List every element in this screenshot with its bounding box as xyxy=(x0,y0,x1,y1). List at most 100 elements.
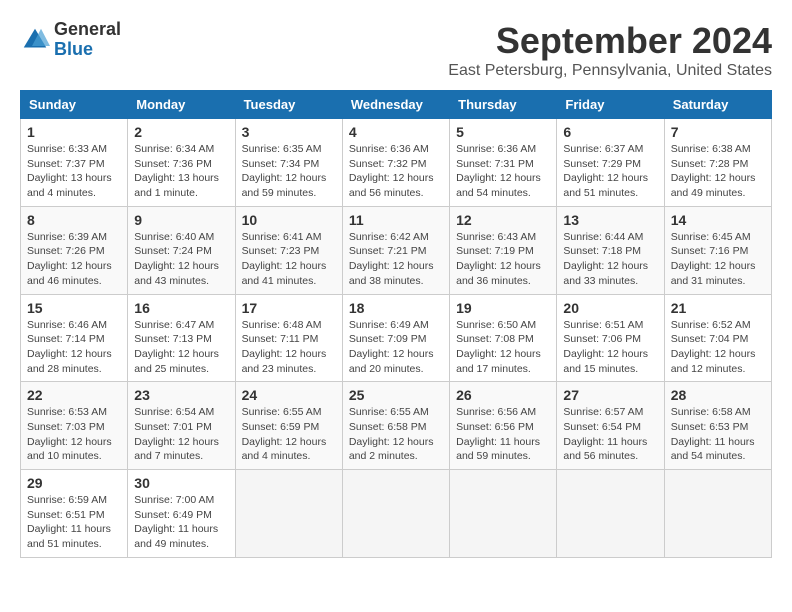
day-info: Sunrise: 6:43 AMSunset: 7:19 PMDaylight:… xyxy=(456,230,550,289)
day-info: Sunrise: 6:33 AMSunset: 7:37 PMDaylight:… xyxy=(27,142,121,201)
main-title: September 2024 xyxy=(448,20,772,62)
day-cell: 18 Sunrise: 6:49 AMSunset: 7:09 PMDayligh… xyxy=(342,294,449,382)
day-number: 17 xyxy=(242,300,336,316)
day-cell: 16 Sunrise: 6:47 AMSunset: 7:13 PMDayligh… xyxy=(128,294,235,382)
day-cell: 24 Sunrise: 6:55 AMSunset: 6:59 PMDayligh… xyxy=(235,382,342,470)
logo-text-blue: Blue xyxy=(54,40,121,60)
day-number: 6 xyxy=(563,124,657,140)
day-info: Sunrise: 7:00 AMSunset: 6:49 PMDaylight:… xyxy=(134,493,228,552)
day-info: Sunrise: 6:42 AMSunset: 7:21 PMDaylight:… xyxy=(349,230,443,289)
day-info: Sunrise: 6:40 AMSunset: 7:24 PMDaylight:… xyxy=(134,230,228,289)
day-cell: 30Sunrise: 7:00 AMSunset: 6:49 PMDayligh… xyxy=(128,470,235,558)
day-cell: 3Sunrise: 6:35 AMSunset: 7:34 PMDaylight… xyxy=(235,119,342,207)
day-cell xyxy=(664,470,771,558)
week-row-5: 29Sunrise: 6:59 AMSunset: 6:51 PMDayligh… xyxy=(21,470,772,558)
day-cell: 12 Sunrise: 6:43 AMSunset: 7:19 PMDayligh… xyxy=(450,206,557,294)
day-cell: 27 Sunrise: 6:57 AMSunset: 6:54 PMDayligh… xyxy=(557,382,664,470)
day-info: Sunrise: 6:38 AMSunset: 7:28 PMDaylight:… xyxy=(671,142,765,201)
day-cell: 8Sunrise: 6:39 AMSunset: 7:26 PMDaylight… xyxy=(21,206,128,294)
day-info: Sunrise: 6:53 AMSunset: 7:03 PMDaylight:… xyxy=(27,405,121,464)
day-cell xyxy=(235,470,342,558)
col-header-saturday: Saturday xyxy=(664,91,771,119)
day-cell: 7 Sunrise: 6:38 AMSunset: 7:28 PMDaylight… xyxy=(664,119,771,207)
day-info: Sunrise: 6:34 AMSunset: 7:36 PMDaylight:… xyxy=(134,142,228,201)
day-number: 7 xyxy=(671,124,765,140)
day-number: 15 xyxy=(27,300,121,316)
day-cell: 23 Sunrise: 6:54 AMSunset: 7:01 PMDayligh… xyxy=(128,382,235,470)
day-info: Sunrise: 6:39 AMSunset: 7:26 PMDaylight:… xyxy=(27,230,121,289)
day-info: Sunrise: 6:44 AMSunset: 7:18 PMDaylight:… xyxy=(563,230,657,289)
day-number: 20 xyxy=(563,300,657,316)
day-info: Sunrise: 6:56 AMSunset: 6:56 PMDaylight:… xyxy=(456,405,550,464)
day-number: 12 xyxy=(456,212,550,228)
day-info: Sunrise: 6:46 AMSunset: 7:14 PMDaylight:… xyxy=(27,318,121,377)
day-number: 18 xyxy=(349,300,443,316)
day-number: 24 xyxy=(242,387,336,403)
day-cell: 29Sunrise: 6:59 AMSunset: 6:51 PMDayligh… xyxy=(21,470,128,558)
week-row-3: 15 Sunrise: 6:46 AMSunset: 7:14 PMDayligh… xyxy=(21,294,772,382)
col-header-sunday: Sunday xyxy=(21,91,128,119)
day-info: Sunrise: 6:49 AMSunset: 7:09 PMDaylight:… xyxy=(349,318,443,377)
day-number: 1 xyxy=(27,124,121,140)
day-info: Sunrise: 6:41 AMSunset: 7:23 PMDaylight:… xyxy=(242,230,336,289)
day-cell: 21 Sunrise: 6:52 AMSunset: 7:04 PMDayligh… xyxy=(664,294,771,382)
page-header: General Blue September 2024 East Petersb… xyxy=(20,20,772,80)
day-number: 13 xyxy=(563,212,657,228)
day-info: Sunrise: 6:50 AMSunset: 7:08 PMDaylight:… xyxy=(456,318,550,377)
day-info: Sunrise: 6:54 AMSunset: 7:01 PMDaylight:… xyxy=(134,405,228,464)
day-cell: 17Sunrise: 6:48 AMSunset: 7:11 PMDayligh… xyxy=(235,294,342,382)
day-number: 19 xyxy=(456,300,550,316)
calendar-header-row: SundayMondayTuesdayWednesdayThursdayFrid… xyxy=(21,91,772,119)
day-number: 2 xyxy=(134,124,228,140)
day-cell: 19 Sunrise: 6:50 AMSunset: 7:08 PMDayligh… xyxy=(450,294,557,382)
day-number: 22 xyxy=(27,387,121,403)
day-info: Sunrise: 6:52 AMSunset: 7:04 PMDaylight:… xyxy=(671,318,765,377)
title-section: September 2024 East Petersburg, Pennsylv… xyxy=(448,20,772,80)
day-cell: 22 Sunrise: 6:53 AMSunset: 7:03 PMDayligh… xyxy=(21,382,128,470)
day-cell: 6 Sunrise: 6:37 AMSunset: 7:29 PMDaylight… xyxy=(557,119,664,207)
logo: General Blue xyxy=(20,20,121,60)
col-header-thursday: Thursday xyxy=(450,91,557,119)
day-number: 5 xyxy=(456,124,550,140)
day-number: 3 xyxy=(242,124,336,140)
col-header-wednesday: Wednesday xyxy=(342,91,449,119)
day-info: Sunrise: 6:55 AMSunset: 6:59 PMDaylight:… xyxy=(242,405,336,464)
day-cell: 26 Sunrise: 6:56 AMSunset: 6:56 PMDayligh… xyxy=(450,382,557,470)
col-header-monday: Monday xyxy=(128,91,235,119)
day-number: 4 xyxy=(349,124,443,140)
day-number: 14 xyxy=(671,212,765,228)
logo-text-general: General xyxy=(54,20,121,40)
day-info: Sunrise: 6:36 AMSunset: 7:31 PMDaylight:… xyxy=(456,142,550,201)
day-info: Sunrise: 6:58 AMSunset: 6:53 PMDaylight:… xyxy=(671,405,765,464)
col-header-tuesday: Tuesday xyxy=(235,91,342,119)
week-row-4: 22 Sunrise: 6:53 AMSunset: 7:03 PMDayligh… xyxy=(21,382,772,470)
day-cell: 15 Sunrise: 6:46 AMSunset: 7:14 PMDayligh… xyxy=(21,294,128,382)
day-info: Sunrise: 6:47 AMSunset: 7:13 PMDaylight:… xyxy=(134,318,228,377)
day-cell: 1 Sunrise: 6:33 AMSunset: 7:37 PMDaylight… xyxy=(21,119,128,207)
day-cell: 13 Sunrise: 6:44 AMSunset: 7:18 PMDayligh… xyxy=(557,206,664,294)
day-number: 16 xyxy=(134,300,228,316)
day-number: 11 xyxy=(349,212,443,228)
subtitle: East Petersburg, Pennsylvania, United St… xyxy=(448,62,772,80)
day-info: Sunrise: 6:51 AMSunset: 7:06 PMDaylight:… xyxy=(563,318,657,377)
day-number: 27 xyxy=(563,387,657,403)
day-cell: 20 Sunrise: 6:51 AMSunset: 7:06 PMDayligh… xyxy=(557,294,664,382)
day-info: Sunrise: 6:55 AMSunset: 6:58 PMDaylight:… xyxy=(349,405,443,464)
day-number: 21 xyxy=(671,300,765,316)
day-cell: 2 Sunrise: 6:34 AMSunset: 7:36 PMDaylight… xyxy=(128,119,235,207)
day-cell xyxy=(342,470,449,558)
day-info: Sunrise: 6:37 AMSunset: 7:29 PMDaylight:… xyxy=(563,142,657,201)
calendar-table: SundayMondayTuesdayWednesdayThursdayFrid… xyxy=(20,90,772,558)
day-number: 23 xyxy=(134,387,228,403)
day-cell xyxy=(450,470,557,558)
day-number: 26 xyxy=(456,387,550,403)
day-number: 29 xyxy=(27,475,121,491)
day-number: 9 xyxy=(134,212,228,228)
logo-icon xyxy=(20,25,50,55)
week-row-1: 1 Sunrise: 6:33 AMSunset: 7:37 PMDaylight… xyxy=(21,119,772,207)
day-cell xyxy=(557,470,664,558)
day-cell: 10Sunrise: 6:41 AMSunset: 7:23 PMDayligh… xyxy=(235,206,342,294)
day-number: 28 xyxy=(671,387,765,403)
day-info: Sunrise: 6:57 AMSunset: 6:54 PMDaylight:… xyxy=(563,405,657,464)
day-info: Sunrise: 6:45 AMSunset: 7:16 PMDaylight:… xyxy=(671,230,765,289)
